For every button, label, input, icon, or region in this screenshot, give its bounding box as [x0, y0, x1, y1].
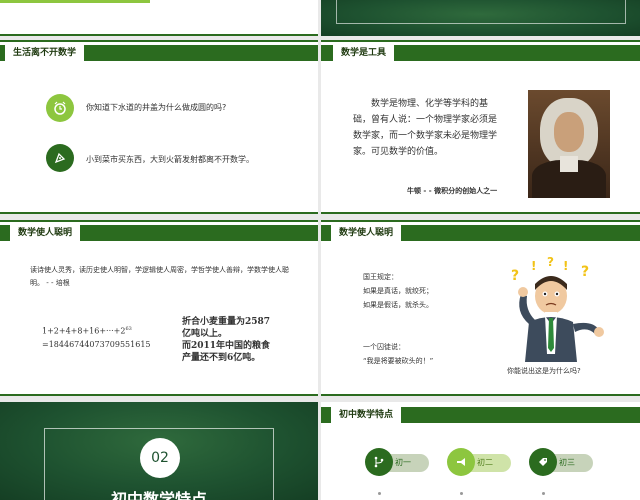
section-number-circle: 02 — [140, 438, 180, 478]
formula-base: 1+2+4+8+16+···+2 — [42, 326, 126, 336]
portrait-face — [554, 112, 584, 152]
bottom-line — [0, 212, 318, 214]
slide-header: 生活离不开数学 — [0, 45, 318, 61]
slide-life-math[interactable]: 生活离不开数学 你知道下水道的井盖为什么做成圆的吗? 小到菜市买东西，大到火箭发… — [0, 40, 318, 214]
slide-top-left-partial[interactable] — [0, 0, 318, 36]
svg-text:!: ! — [531, 259, 536, 273]
slide-title: 数学使人聪明 — [10, 225, 81, 241]
megaphone-icon — [447, 448, 475, 476]
top-line — [0, 220, 318, 222]
pen-nib-icon — [46, 144, 74, 172]
top-line — [0, 40, 318, 42]
alarm-clock-icon — [46, 94, 74, 122]
story-line-4: 一个囚徒说： — [363, 343, 405, 351]
slide-math-smart-1[interactable]: 数学使人聪明 读诗使人灵秀，读历史使人明智，学逻辑使人周密，学哲学使人善辩，学数… — [0, 220, 318, 396]
portrait-collar — [560, 156, 578, 172]
grade-label-2: 初二 — [477, 458, 493, 467]
slide-title: 初中数学特点 — [331, 407, 402, 423]
accent-bar — [0, 0, 150, 3]
formula-line-2: =18446744073709551615 — [42, 340, 151, 349]
formula-exponent: 63 — [125, 326, 132, 332]
svg-text:?: ? — [581, 264, 589, 280]
frame-border — [336, 0, 626, 24]
slide-math-smart-2[interactable]: 数学使人聪明 国王规定： 如果是真话，就绞死； 如果是假话，就杀头。 一个囚徒说… — [321, 220, 640, 396]
bottom-line — [0, 394, 318, 396]
bottom-line — [0, 34, 318, 36]
portrait-caption: 牛顿 - - 微积分的创始人之一 — [407, 187, 498, 195]
slide-section-02[interactable]: 02 初中数学特点 — [0, 402, 318, 500]
top-line — [321, 220, 640, 222]
tag-icon — [529, 448, 557, 476]
svg-text:?: ? — [547, 255, 554, 269]
slide-header: 数学使人聪明 — [0, 225, 318, 241]
timeline-dot-3 — [542, 492, 545, 495]
story-line-5: “我是将要被砍头的！” — [363, 357, 434, 365]
story-line-3: 如果是假话，就杀头。 — [363, 301, 433, 309]
slide-title: 数学是工具 — [333, 45, 395, 61]
timeline-dot-2 — [460, 492, 463, 495]
newton-portrait — [528, 90, 610, 198]
slide-grid: 生活离不开数学 你知道下水道的井盖为什么做成圆的吗? 小到菜市买东西，大到火箭发… — [0, 0, 640, 500]
question-text: 你能说出这是为什么吗? — [507, 367, 581, 375]
thinking-man-illustration: ? ! ? ! ? — [501, 254, 611, 362]
question-1: 你知道下水道的井盖为什么做成圆的吗? — [86, 103, 227, 112]
bacon-quote: 读诗使人灵秀，读历史使人明智，学逻辑使人周密，学哲学使人善辩，学数学使人聪明。 … — [30, 266, 289, 287]
section-number: 02 — [151, 450, 169, 466]
svg-text:!: ! — [563, 259, 568, 273]
slide-header: 初中数学特点 — [321, 407, 640, 423]
slide-title: 生活离不开数学 — [5, 45, 85, 61]
top-line — [321, 40, 640, 42]
slide-title: 数学使人聪明 — [331, 225, 402, 241]
story-line-2: 如果是真话，就绞死； — [363, 287, 433, 295]
body-text: 数学是物理、化学等学科的基础，曾有人说：一个物理学家必须是数学家，而一个数学家未… — [353, 99, 498, 157]
grade-label-1: 初一 — [395, 458, 411, 467]
grade-label-3: 初三 — [559, 458, 575, 467]
slide-math-tool[interactable]: 数学是工具 数学是物理、化学等学科的基础，曾有人说：一个物理学家必须是数学家，而… — [321, 40, 640, 214]
slide-header: 数学是工具 — [321, 45, 640, 61]
note-line-4: 产量还不到6亿吨。 — [182, 353, 261, 363]
question-2: 小到菜市买东西，大到火箭发射都离不开数学。 — [86, 155, 254, 164]
slide-junior-features[interactable]: 初中数学特点 初一 初二 初三 — [321, 402, 640, 500]
bottom-line — [321, 212, 640, 214]
slide-header: 数学使人聪明 — [321, 225, 640, 241]
branch-icon — [365, 448, 393, 476]
story-line-1: 国王规定： — [363, 273, 398, 281]
bottom-line — [321, 394, 640, 396]
slide-top-right-partial[interactable] — [321, 0, 640, 36]
section-title: 初中数学特点 — [110, 490, 207, 500]
svg-text:?: ? — [511, 268, 519, 284]
timeline-dot-1 — [378, 492, 381, 495]
formula-line-1: 1+2+4+8+16+···+263 — [42, 326, 132, 336]
